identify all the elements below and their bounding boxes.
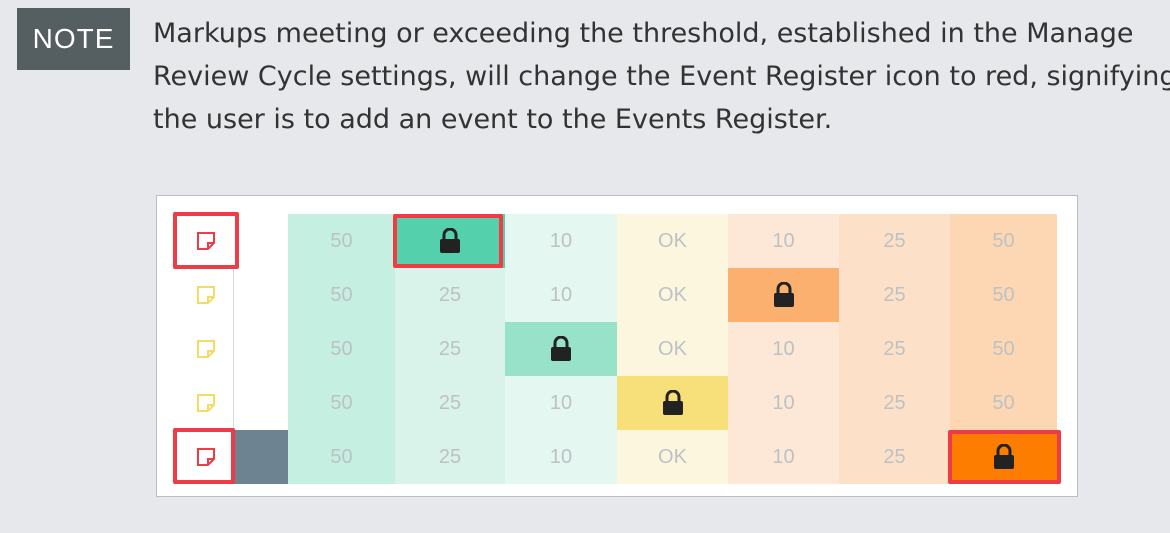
grid-cell[interactable]: OK [617, 430, 728, 484]
event-register-icon[interactable] [196, 285, 216, 305]
grid-cell[interactable]: 10 [505, 376, 617, 430]
grid-cell[interactable]: 10 [505, 268, 617, 322]
grid-cell[interactable]: 50 [288, 376, 395, 430]
highlight-lock-row5 [948, 430, 1061, 484]
grid-cell[interactable]: 25 [839, 430, 950, 484]
grid-cell[interactable]: 10 [728, 430, 839, 484]
grid-cell[interactable]: OK [617, 268, 728, 322]
selected-row-marker [233, 430, 288, 484]
note-text: Markups meeting or exceeding the thresho… [153, 12, 1170, 141]
grid-cell[interactable]: 25 [839, 322, 950, 376]
grid-cell[interactable]: 50 [950, 322, 1057, 376]
grid-cell[interactable]: 10 [505, 214, 617, 268]
column-divider [233, 268, 234, 430]
grid-cell[interactable]: 50 [950, 268, 1057, 322]
highlight-event-icon-row5 [173, 428, 235, 484]
grid-cell[interactable]: 10 [728, 376, 839, 430]
grid-cell[interactable]: 10 [728, 322, 839, 376]
lock-icon[interactable] [505, 322, 617, 376]
grid-cell[interactable]: 50 [288, 322, 395, 376]
grid-cell[interactable]: 50 [950, 214, 1057, 268]
lock-icon[interactable] [728, 268, 839, 322]
grid-cell[interactable]: 25 [839, 214, 950, 268]
grid-cell[interactable]: 50 [288, 214, 395, 268]
grid-cell[interactable]: 25 [839, 268, 950, 322]
note-line-1: Markups meeting or exceeding the thresho… [153, 18, 1134, 49]
highlight-lock-row1 [393, 214, 503, 268]
grid-cell[interactable]: 25 [839, 376, 950, 430]
grid-cell[interactable]: 10 [728, 214, 839, 268]
grid-cell[interactable]: 25 [395, 322, 505, 376]
note-label: NOTE [17, 8, 130, 70]
grid-cell[interactable]: 50 [288, 268, 395, 322]
note-callout: NOTE Markups meeting or exceeding the th… [0, 0, 1170, 533]
grid-cell[interactable]: 50 [288, 430, 395, 484]
grid-cell[interactable]: 10 [505, 430, 617, 484]
grid-cell[interactable]: 25 [395, 268, 505, 322]
grid-cell[interactable]: OK [617, 214, 728, 268]
event-register-icon[interactable] [196, 393, 216, 413]
review-grid-screenshot: 50 10 OK 10 25 50 50 25 10 OK 25 50 50 25 OK 10 25 50 50 25… [156, 195, 1078, 497]
note-line-2: Review Cycle settings, will change the E… [153, 61, 1170, 92]
note-line-3: the user is to add an event to the Event… [153, 104, 833, 135]
grid-cell[interactable]: 50 [950, 376, 1057, 430]
lock-icon[interactable] [617, 376, 728, 430]
grid-cell[interactable]: 25 [395, 430, 505, 484]
grid-cell[interactable]: 25 [395, 376, 505, 430]
event-register-icon[interactable] [196, 339, 216, 359]
highlight-event-icon-row1 [173, 212, 239, 269]
grid-cell[interactable]: OK [617, 322, 728, 376]
